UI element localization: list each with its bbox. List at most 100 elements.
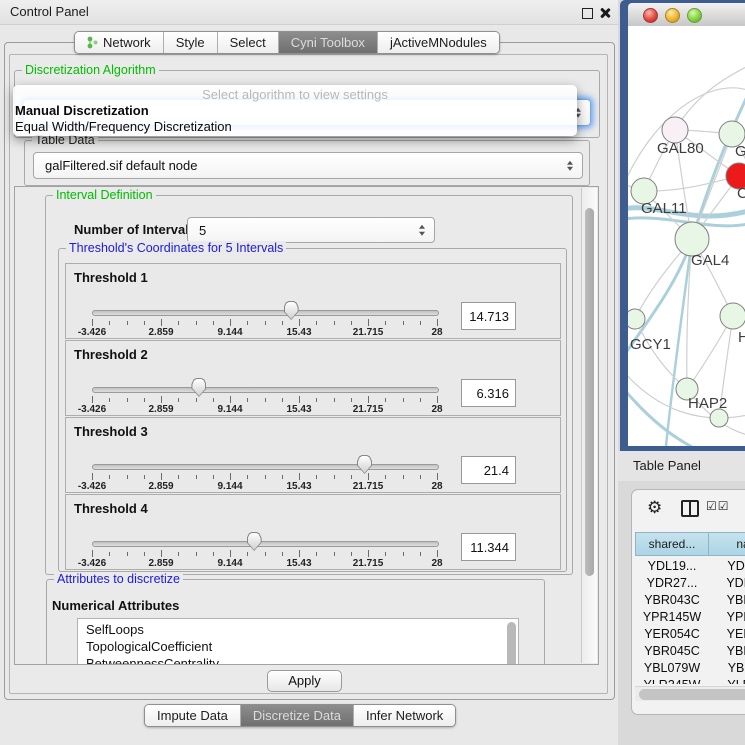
tick-label: 15.43: [275, 558, 323, 569]
top-tab-bar: Network Style SelectCyni ToolboxjActiveMNo…: [74, 31, 500, 54]
tick-mark: [282, 321, 283, 325]
tick-mark: [403, 552, 404, 556]
tab-cyni-toolbox[interactable]: Cyni Toolbox: [279, 32, 378, 53]
threshold-4-value-field[interactable]: 11.344: [461, 533, 516, 561]
attributes-list-scrollbar[interactable]: [507, 622, 516, 665]
table-cell[interactable]: YBR0: [708, 592, 745, 609]
columns-icon[interactable]: [681, 500, 699, 517]
table-cell[interactable]: YLR3: [708, 677, 745, 684]
tab-network-label: Network: [103, 35, 151, 50]
tick-label: 2.859: [137, 404, 185, 415]
table-data-combobox[interactable]: galFiltered.sif default node: [33, 152, 583, 179]
algorithm-option-manual-discretization[interactable]: Manual Discretization: [15, 103, 149, 118]
threshold-1-value-field[interactable]: 14.713: [461, 302, 516, 330]
float-icon[interactable]: [582, 8, 593, 19]
settings-scroll-thumb[interactable]: [585, 208, 594, 576]
tick-mark: [334, 321, 335, 325]
column-header-0[interactable]: shared...: [635, 532, 709, 556]
tick-label: 2.859: [137, 558, 185, 569]
threshold-2-value-field[interactable]: 6.316: [461, 379, 516, 407]
tick-label: 15.43: [275, 481, 323, 492]
bottom-tab-discretize-data[interactable]: Discretize Data: [241, 705, 354, 726]
table-cell[interactable]: YPR145W: [635, 609, 709, 626]
tab-style-label: Style: [176, 35, 205, 50]
tick-mark: [230, 550, 231, 557]
table-cell[interactable]: YBR043C: [635, 592, 709, 609]
table-cell[interactable]: YER0: [708, 626, 745, 643]
tick-mark: [144, 398, 145, 402]
table-cell[interactable]: YBR0: [708, 643, 745, 660]
threshold-3-value-field[interactable]: 21.4: [461, 456, 516, 484]
network-window-titlebar[interactable]: [628, 3, 745, 27]
threshold-2-box: Threshold 2-3.4262.8599.14415.4321.71528…: [65, 340, 561, 416]
threshold-3-slider-thumb[interactable]: [357, 455, 372, 474]
tab-select[interactable]: Select: [218, 32, 279, 53]
bottom-tab-impute-data[interactable]: Impute Data: [145, 705, 241, 726]
tick-mark: [92, 473, 93, 480]
table-cell[interactable]: YPR1: [708, 609, 745, 626]
network-node-gcy1[interactable]: [628, 309, 645, 329]
attribute-item-betweennesscentrality[interactable]: BetweennessCentrality: [86, 656, 219, 665]
gear-icon[interactable]: ⚙: [647, 498, 662, 518]
network-node-gal4[interactable]: [675, 222, 709, 256]
bottom-tab-infer-network[interactable]: Infer Network: [354, 705, 455, 726]
tick-mark: [178, 475, 179, 479]
threshold-1-slider-track[interactable]: [92, 310, 439, 316]
tick-label: -3.426: [68, 404, 116, 415]
column-header-1[interactable]: na: [708, 532, 745, 556]
threshold-2-slider-thumb[interactable]: [191, 378, 206, 397]
tick-mark: [213, 321, 214, 325]
checkboxes-icon[interactable]: ☑☑: [706, 499, 730, 513]
table-cell[interactable]: YBR045C: [635, 643, 709, 660]
tab-jactivemnodules[interactable]: jActiveMNodules: [378, 32, 499, 53]
tab-style[interactable]: Style: [164, 32, 218, 53]
node-label-gal4: GAL4: [691, 252, 729, 269]
threshold-1-box: Threshold 1-3.4262.8599.14415.4321.71528…: [65, 263, 561, 339]
table-cell[interactable]: YBL079W: [635, 660, 709, 677]
settings-scroll-area: Interval Definition Number of Intervals …: [14, 186, 599, 665]
attribute-item-topologicalcoefficient[interactable]: TopologicalCoefficient: [86, 639, 212, 654]
attributes-list[interactable]: SelfLoops TopologicalCoefficient Betweenne…: [77, 618, 519, 665]
algorithm-option-equal-width-frequency-discretization[interactable]: Equal Width/Frequency Discretization: [15, 119, 232, 134]
threshold-4-slider-thumb[interactable]: [247, 532, 262, 551]
tick-mark: [161, 319, 162, 326]
tab-network[interactable]: Network: [75, 32, 164, 53]
threshold-4-slider-track[interactable]: [92, 541, 439, 547]
table-cell[interactable]: YDR2: [708, 575, 745, 592]
minimize-traffic-light-icon[interactable]: [665, 8, 680, 23]
table-cell[interactable]: YDR27...: [635, 575, 709, 592]
tick-mark: [334, 398, 335, 402]
table-panel-title: Table Panel: [633, 451, 701, 481]
table-data-value: galFiltered.sif default node: [34, 158, 197, 173]
close-icon[interactable]: [599, 7, 611, 19]
threshold-2-slider-track[interactable]: [92, 387, 439, 393]
network-canvas[interactable]: GAL80GACGAL11GAL4GCY1HHAP2: [628, 26, 745, 446]
interval-definition-group: Interval Definition Number of Intervals …: [45, 195, 573, 575]
node-label-gal80: GAL80: [657, 140, 704, 157]
network-node-h[interactable]: [720, 303, 745, 329]
threshold-3-slider-track[interactable]: [92, 464, 439, 470]
threshold-1-slider-thumb[interactable]: [284, 301, 299, 320]
table-cell[interactable]: YDL19...: [635, 558, 709, 575]
algorithm-dropdown-popup: Select algorithm to view settings Manual…: [13, 85, 577, 136]
attribute-item-selfloops[interactable]: SelfLoops: [86, 622, 144, 637]
apply-button[interactable]: Apply: [267, 670, 342, 692]
table-horizontal-scrollbar[interactable]: [635, 686, 745, 701]
algorithm-prompt: Select algorithm to view settings: [13, 87, 577, 102]
tick-mark: [127, 321, 128, 325]
table-cell[interactable]: YER054C: [635, 626, 709, 643]
interval-group-title: Interval Definition: [53, 188, 156, 202]
table-hscroll-thumb[interactable]: [639, 689, 745, 700]
close-traffic-light-icon[interactable]: [643, 8, 658, 23]
settings-vertical-scrollbar[interactable]: [581, 188, 597, 663]
tick-mark: [196, 398, 197, 402]
zoom-traffic-light-icon[interactable]: [687, 8, 702, 23]
table-cell[interactable]: YLR345W: [635, 677, 709, 684]
attributes-group: Attributes to discretize Numerical Attri…: [46, 579, 545, 665]
bottom-tab-infer-network-label: Infer Network: [366, 708, 443, 723]
tick-mark: [385, 398, 386, 402]
tick-mark: [385, 321, 386, 325]
table-cell[interactable]: YDL1: [708, 558, 745, 575]
num-intervals-combobox[interactable]: 5: [187, 217, 435, 243]
table-cell[interactable]: YBL0: [708, 660, 745, 677]
